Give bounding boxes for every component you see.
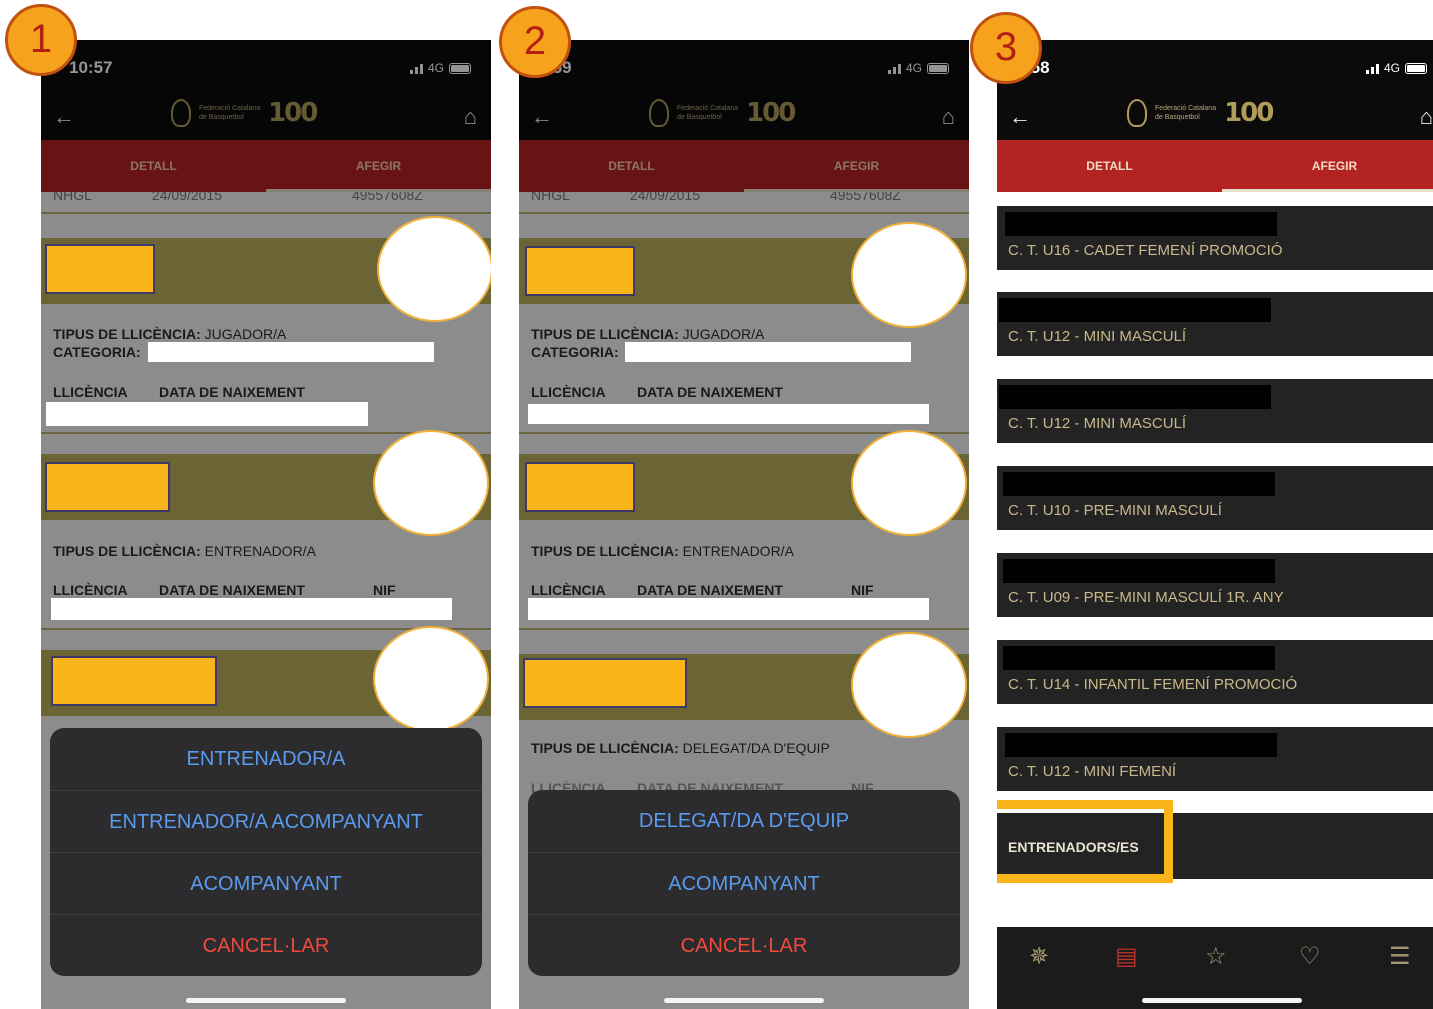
redacted-name bbox=[523, 658, 687, 708]
license-card-icon[interactable]: ▤ bbox=[1115, 942, 1138, 971]
redacted-team bbox=[999, 385, 1271, 409]
action-sheet: ENTRENADOR/A ENTRENADOR/A ACOMPANYANT AC… bbox=[50, 728, 482, 976]
redacted-photo bbox=[851, 222, 967, 328]
app-header: ← Federació Catalana de Basquetbol 100 ⌂ bbox=[997, 98, 1433, 140]
option-acompanyant[interactable]: ACOMPANYANT bbox=[50, 852, 482, 914]
centenary-logo: 100 bbox=[1224, 98, 1274, 128]
option-delegat[interactable]: DELEGAT/DA D'EQUIP bbox=[528, 790, 960, 852]
cancel-button[interactable]: CANCEL·LAR bbox=[528, 914, 960, 976]
redacted-team bbox=[1003, 559, 1275, 583]
redacted-photo bbox=[377, 216, 491, 322]
option-acompanyant[interactable]: ACOMPANYANT bbox=[528, 852, 960, 914]
home-indicator bbox=[664, 998, 824, 1003]
action-sheet: DELEGAT/DA D'EQUIP ACOMPANYANT CANCEL·LA… bbox=[528, 790, 960, 976]
redacted-license bbox=[51, 598, 452, 620]
redacted-license bbox=[528, 404, 929, 424]
step-badge-1: 1 bbox=[5, 4, 77, 76]
redacted-category bbox=[625, 342, 911, 362]
menu-icon[interactable]: ☰ bbox=[1389, 942, 1411, 971]
redacted-photo bbox=[851, 632, 967, 738]
redacted-photo bbox=[373, 626, 489, 732]
team-row[interactable]: C. T. U16 - CADET FEMENÍ PROMOCIÓ ⌄ bbox=[997, 206, 1433, 270]
team-row[interactable]: C. T. U12 - MINI MASCULÍ ⌄ bbox=[997, 292, 1433, 356]
redacted-photo bbox=[851, 430, 967, 536]
highlight-box bbox=[997, 800, 1173, 883]
redacted-team bbox=[1005, 212, 1277, 236]
fcbq-logo: Federació Catalana de Basquetbol 100 bbox=[1127, 98, 1274, 128]
battery-icon bbox=[1405, 62, 1427, 74]
redacted-team bbox=[1003, 646, 1275, 670]
tab-detall[interactable]: DETALL bbox=[997, 140, 1222, 192]
home-icon[interactable]: ⌂ bbox=[1420, 104, 1433, 130]
license-list: NHGL 24/09/2015 49557608Z TIPUS DE LLICÈNC… bbox=[41, 192, 491, 732]
basketball-icon[interactable]: ✵ bbox=[1029, 942, 1049, 971]
network-label: 4G bbox=[1383, 61, 1400, 75]
redacted-team bbox=[1005, 733, 1277, 757]
tab-afegir[interactable]: AFEGIR bbox=[1222, 140, 1433, 192]
cutoff-row: NHGL 24/09/2015 49557608Z bbox=[519, 192, 969, 214]
home-indicator bbox=[1142, 998, 1302, 1003]
team-row[interactable]: C. T. U12 - MINI FEMENÍ ⌄ bbox=[997, 727, 1433, 791]
phone-screen-3: :58 4G ← Federació Catalana de Basquetbol… bbox=[997, 40, 1433, 1009]
redacted-name bbox=[45, 462, 170, 512]
phone-screen-2: :59 4G ← Federació Catalanade Basquetbol… bbox=[519, 40, 969, 1009]
bottom-nav: ✵ ▤ ☆ ♡ ☰ bbox=[997, 927, 1433, 1009]
back-arrow-icon[interactable]: ← bbox=[1009, 104, 1031, 130]
redacted-photo bbox=[373, 430, 489, 536]
option-entrenador-acompanyant[interactable]: ENTRENADOR/A ACOMPANYANT bbox=[50, 790, 482, 852]
redacted-name bbox=[525, 462, 635, 512]
basketball-logo-icon bbox=[1127, 99, 1147, 127]
phone-screen-1: 10:57 4G ← Federació Catalana de Basquetb… bbox=[41, 40, 491, 1009]
team-row[interactable]: C. T. U09 - PRE-MINI MASCULÍ 1R. ANY ⌄ bbox=[997, 553, 1433, 617]
option-entrenador[interactable]: ENTRENADOR/A bbox=[50, 728, 482, 790]
step-badge-2: 2 bbox=[499, 6, 571, 78]
tab-bar: DETALL AFEGIR bbox=[997, 140, 1433, 192]
step-badge-3: 3 bbox=[970, 12, 1042, 84]
redacted-license bbox=[528, 598, 929, 620]
star-icon[interactable]: ☆ bbox=[1205, 942, 1227, 971]
redacted-name bbox=[45, 244, 155, 294]
team-row[interactable]: C. T. U12 - MINI MASCULÍ ⌄ bbox=[997, 379, 1433, 443]
redacted-team bbox=[999, 298, 1271, 322]
team-row[interactable]: C. T. U10 - PRE-MINI MASCULÍ ⌄ bbox=[997, 466, 1433, 530]
status-bar: :58 4G bbox=[997, 40, 1433, 98]
redacted-name bbox=[525, 246, 635, 296]
redacted-license bbox=[46, 402, 368, 426]
team-row[interactable]: C. T. U14 - INFANTIL FEMENÍ PROMOCIÓ ⌄ bbox=[997, 640, 1433, 704]
cancel-button[interactable]: CANCEL·LAR bbox=[50, 914, 482, 976]
redacted-name bbox=[51, 656, 217, 706]
home-indicator bbox=[186, 998, 346, 1003]
bell-icon[interactable]: ♡ bbox=[1299, 942, 1321, 971]
redacted-team bbox=[1003, 472, 1275, 496]
license-list: NHGL 24/09/2015 49557608Z TIPUS DE LLICÈNC… bbox=[519, 192, 969, 796]
cutoff-row: NHGL 24/09/2015 49557608Z bbox=[41, 192, 491, 214]
signal-icon bbox=[1365, 63, 1379, 74]
redacted-category bbox=[148, 342, 434, 362]
